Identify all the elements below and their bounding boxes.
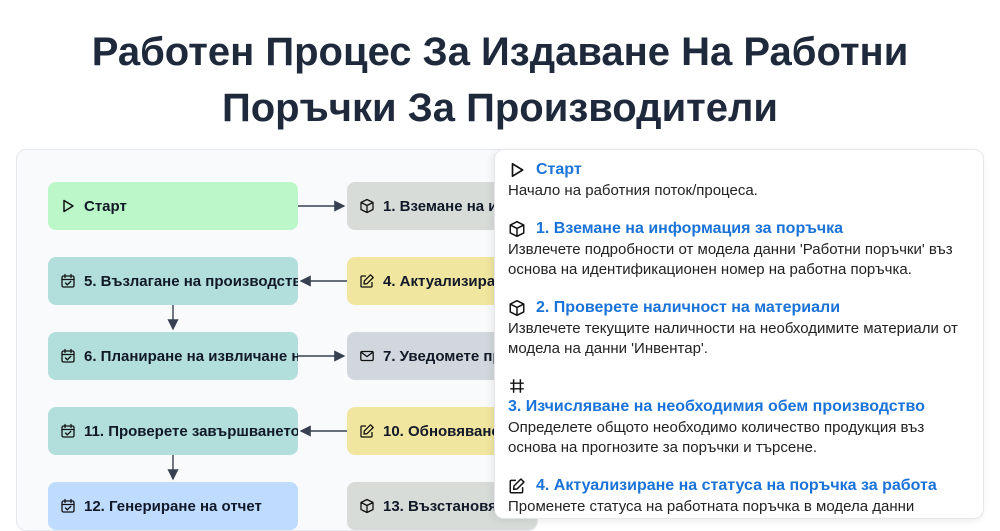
cube-icon [508, 299, 526, 317]
cube-icon [508, 220, 526, 238]
cube-icon [359, 498, 375, 514]
workflow-diagram: Старт 1. Вземане на информация за поръчк… [16, 149, 538, 531]
detail-title-link[interactable]: 4. Актуализиране на статуса на поръчка з… [536, 476, 937, 496]
node-label: 11. Проверете завършването [84, 422, 298, 440]
detail-description: Променете статуса на работната поръчка в… [508, 498, 915, 515]
detail-description: Начало на работния поток/процеса. [508, 182, 758, 199]
hash-icon [508, 377, 526, 395]
detail-step-2: 2. Проверете наличност на материали Извл… [508, 298, 971, 359]
detail-title-link[interactable]: 3. Изчисляване на необходимия обем произ… [508, 398, 925, 415]
detail-step-3: 3. Изчисляване на необходимия обем произ… [508, 377, 971, 458]
play-icon [508, 161, 526, 179]
detail-title-link[interactable]: 1. Вземане на информация за поръчка [536, 219, 843, 239]
detail-title-link[interactable]: 2. Проверете наличност на материали [536, 298, 840, 318]
calendar-check-icon [60, 273, 76, 289]
edit-icon [359, 273, 375, 289]
node-start[interactable]: Старт [48, 182, 298, 230]
edit-icon [508, 477, 526, 495]
detail-start: Старт Начало на работния поток/процеса. [508, 160, 971, 201]
page-title: Работен Процес За Издаване На Работни По… [91, 30, 909, 130]
details-panel: Старт Начало на работния поток/процеса. … [494, 149, 984, 519]
calendar-check-icon [60, 348, 76, 364]
node-label: 5. Възлагане на производствена поръчка [84, 272, 298, 290]
detail-title-link[interactable]: Старт [536, 160, 582, 180]
edit-icon [359, 423, 375, 439]
node-label: 12. Генериране на отчет [84, 497, 262, 515]
mail-icon [359, 348, 375, 364]
node-6-schedule-materials[interactable]: 6. Планиране на извличане на материали [48, 332, 298, 380]
play-icon [60, 198, 76, 214]
cube-icon [359, 198, 375, 214]
detail-step-1: 1. Вземане на информация за поръчка Извл… [508, 219, 971, 280]
node-11-check-completion[interactable]: 11. Проверете завършването [48, 407, 298, 455]
detail-description: Определете общото необходимо количество … [508, 419, 925, 456]
node-label: 6. Планиране на извличане на материали [84, 347, 298, 365]
calendar-check-icon [60, 498, 76, 514]
calendar-check-icon [60, 423, 76, 439]
node-12-generate[interactable]: 12. Генериране на отчет [48, 482, 298, 530]
detail-description: Извлечете подробности от модела данни 'Р… [508, 241, 953, 278]
node-5-assign-production[interactable]: 5. Възлагане на производствена поръчка [48, 257, 298, 305]
detail-step-4: 4. Актуализиране на статуса на поръчка з… [508, 476, 971, 518]
detail-description: Извлечете текущите наличности на необход… [508, 320, 958, 357]
node-label: Старт [84, 197, 127, 215]
